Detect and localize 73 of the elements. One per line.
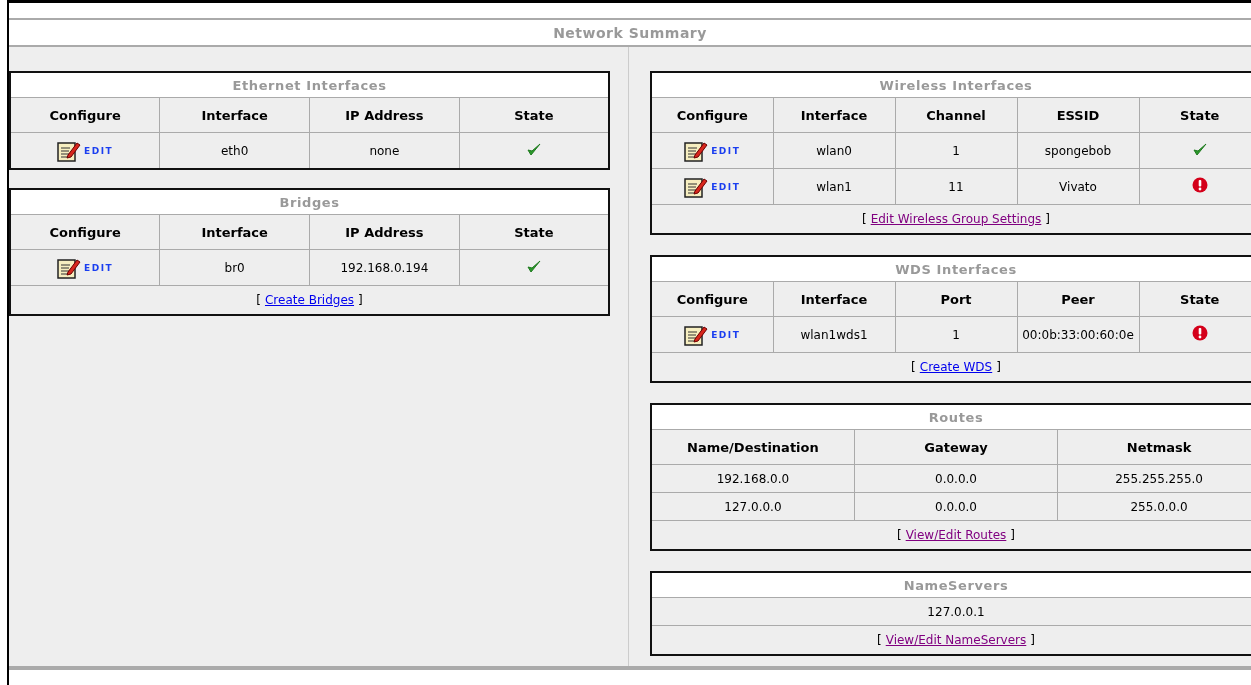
edit-button[interactable]: EDIT	[684, 139, 741, 162]
table-cell: 0.0.0.0	[854, 464, 1058, 493]
page-title: Network Summary	[553, 24, 707, 41]
footer-link[interactable]: Create WDS	[919, 360, 993, 374]
column-header: IP Address	[309, 214, 460, 250]
table-title: Ethernet Interfaces	[10, 72, 609, 98]
table-cell: br0	[159, 249, 310, 286]
bracket-text: [	[911, 360, 916, 374]
table-cell: wlan1wds1	[773, 316, 895, 353]
footer-link[interactable]: View/Edit NameServers	[885, 633, 1027, 647]
bracket-text: [	[877, 633, 882, 647]
table-cell: 255.255.255.0	[1057, 464, 1251, 493]
column-header: Configure	[10, 97, 160, 133]
table-cell: 11	[895, 168, 1017, 205]
column-header: Channel	[895, 97, 1017, 133]
column-header: Interface	[773, 281, 895, 317]
table-cell: wlan1	[773, 168, 895, 205]
column-header: Configure	[10, 214, 160, 250]
table-cell: 192.168.0.194	[309, 249, 460, 286]
table-cell: 127.0.0.1	[651, 597, 1251, 626]
table-cell: 00:0b:33:00:60:0e	[1017, 316, 1139, 353]
column-header: Netmask	[1057, 429, 1251, 465]
bracket-text: ]	[1030, 633, 1035, 647]
edit-button[interactable]: EDIT	[684, 323, 741, 346]
column-header: Name/Destination	[651, 429, 855, 465]
table-title: NameServers	[651, 572, 1251, 598]
notepad-pencil-icon	[684, 323, 709, 346]
notepad-pencil-icon	[684, 175, 709, 198]
bracket-text: [	[862, 212, 867, 226]
bracket-text: ]	[358, 293, 363, 307]
column-header: ESSID	[1017, 97, 1139, 133]
table-cell: 255.0.0.0	[1057, 492, 1251, 521]
table-title: Routes	[651, 404, 1251, 430]
column-header: State	[459, 97, 609, 133]
table-cell: none	[309, 132, 460, 169]
footer-link[interactable]: View/Edit Routes	[905, 528, 1007, 542]
edit-button[interactable]: EDIT	[684, 175, 741, 198]
notepad-pencil-icon	[684, 139, 709, 162]
table-cell: spongebob	[1017, 132, 1139, 169]
column-header: Gateway	[854, 429, 1058, 465]
table-cell: eth0	[159, 132, 310, 169]
table-title: WDS Interfaces	[651, 256, 1251, 282]
table-cell: 1	[895, 316, 1017, 353]
column-header: Configure	[651, 281, 773, 317]
table-cell: Vivato	[1017, 168, 1139, 205]
table-cell: 1	[895, 132, 1017, 169]
table-cell: wlan0	[773, 132, 895, 169]
table-title: Bridges	[10, 189, 609, 215]
table-cell: 192.168.0.0	[651, 464, 855, 493]
bracket-text: [	[896, 528, 902, 542]
footer-link[interactable]: Edit Wireless Group Settings	[870, 212, 1042, 226]
table-title: Wireless Interfaces	[651, 72, 1251, 98]
edit-button[interactable]: EDIT	[57, 139, 114, 162]
footer-link[interactable]: Create Bridges	[264, 293, 355, 307]
notepad-pencil-icon	[57, 256, 82, 279]
column-header: Configure	[651, 97, 773, 133]
column-header: Port	[895, 281, 1017, 317]
column-header: State	[459, 214, 609, 250]
column-header: State	[1139, 281, 1251, 317]
table-cell: 0.0.0.0	[854, 492, 1058, 521]
bracket-text: ]	[1010, 528, 1015, 542]
edit-button[interactable]: EDIT	[57, 256, 114, 279]
column-header: IP Address	[309, 97, 460, 133]
column-header: Peer	[1017, 281, 1139, 317]
column-header: Interface	[159, 214, 310, 250]
column-header: Interface	[773, 97, 895, 133]
bracket-text: [	[256, 293, 261, 307]
column-header: State	[1139, 97, 1251, 133]
notepad-pencil-icon	[57, 139, 82, 162]
bracket-text: ]	[996, 360, 1001, 374]
column-header: Interface	[159, 97, 310, 133]
table-cell: 127.0.0.0	[651, 492, 855, 521]
bracket-text: ]	[1045, 212, 1050, 226]
